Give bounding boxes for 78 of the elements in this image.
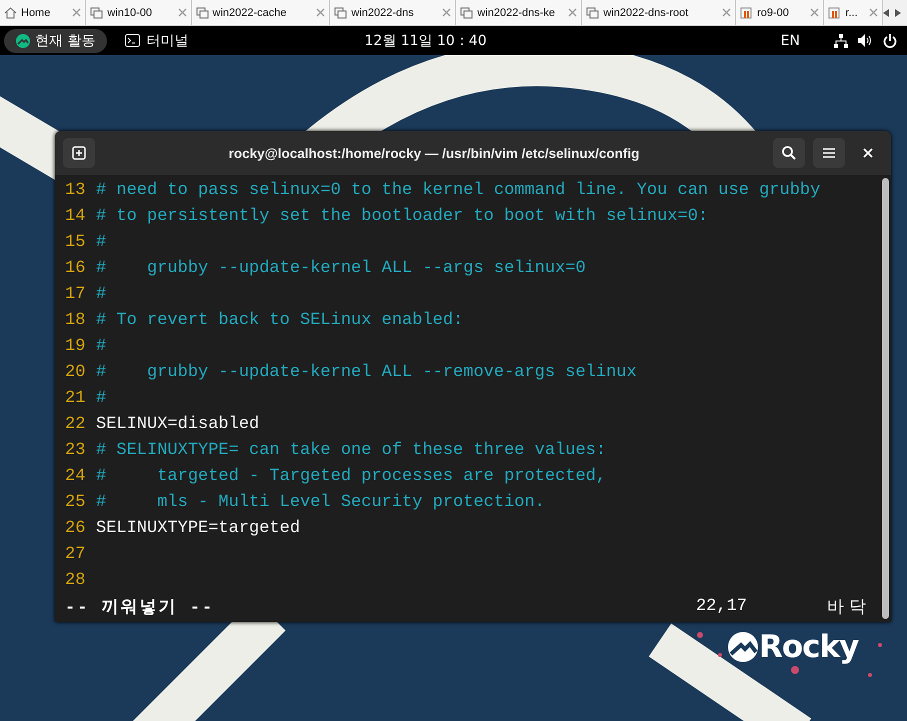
- code-text: SELINUXTYPE=targeted: [96, 518, 300, 538]
- rocky-logo-icon: [728, 632, 758, 662]
- comment-text: #: [96, 336, 106, 356]
- close-icon[interactable]: [72, 8, 82, 17]
- close-icon: [863, 148, 873, 158]
- search-icon: [782, 146, 796, 160]
- windows-icon: [90, 6, 104, 18]
- comment-text: #: [96, 284, 106, 304]
- line-number: 13: [65, 180, 86, 200]
- comment-text: #: [96, 232, 106, 252]
- browser-tab[interactable]: win2022-cache: [192, 0, 330, 25]
- windows-icon: [334, 6, 348, 18]
- line-number: 20: [65, 362, 86, 382]
- browser-tab[interactable]: ro9-00: [736, 0, 824, 25]
- cursor-position: 22,17: [696, 596, 747, 616]
- mode-indicator: -- 끼워넣기 --: [65, 598, 214, 618]
- close-icon[interactable]: [868, 8, 878, 17]
- logo-text: Rocky: [759, 629, 858, 665]
- browser-tab[interactable]: r...: [824, 0, 883, 25]
- browser-tab[interactable]: Home: [0, 0, 86, 25]
- app-menu[interactable]: 터미널: [125, 32, 188, 50]
- scrollbar[interactable]: [882, 178, 888, 619]
- close-icon[interactable]: [810, 8, 820, 17]
- line-number: 23: [65, 440, 86, 460]
- line-number: 26: [65, 518, 86, 538]
- close-icon[interactable]: [178, 8, 186, 17]
- comment-text: # To revert back to SELinux enabled:: [96, 310, 464, 330]
- close-icon[interactable]: [722, 8, 732, 17]
- home-icon: [4, 6, 17, 18]
- line-number: 21: [65, 388, 86, 408]
- line-number: 25: [65, 492, 86, 512]
- line-number: 18: [65, 310, 86, 330]
- windows-icon: [196, 6, 208, 18]
- line-number: 28: [65, 570, 86, 590]
- scroll-right-icon[interactable]: [895, 8, 901, 16]
- comment-text: #: [96, 388, 106, 408]
- rocky-logo-icon: [16, 34, 30, 48]
- power-icon[interactable]: [883, 34, 897, 48]
- new-tab-button[interactable]: [63, 138, 95, 168]
- line-number: 24: [65, 466, 86, 486]
- browser-tab[interactable]: win2022-dns: [330, 0, 456, 25]
- comment-text: # targeted - Targeted processes are protected,: [96, 466, 606, 486]
- windows-icon: [586, 6, 600, 18]
- line-number: 19: [65, 336, 86, 356]
- windows-icon: [460, 6, 474, 18]
- line-number: 22: [65, 414, 86, 434]
- volume-icon[interactable]: [858, 34, 873, 47]
- line-number: 15: [65, 232, 86, 252]
- comment-text: # need to pass selinux=0 to the kernel command line. You can use grubby: [96, 180, 820, 200]
- close-icon[interactable]: [442, 8, 452, 17]
- menu-button[interactable]: [813, 138, 845, 168]
- menu-icon: [823, 148, 835, 158]
- clock[interactable]: 12월 11일 10：40: [364, 32, 487, 50]
- activities-button[interactable]: 현재 활동: [4, 28, 108, 52]
- search-button[interactable]: [773, 138, 805, 168]
- line-number: 14: [65, 206, 86, 226]
- comment-text: # to persistently set the bootloader to boot with selinux=0:: [96, 206, 708, 226]
- new-tab-icon: [72, 146, 86, 160]
- window-title: rocky@localhost:/home/rocky — /usr/bin/vim /etc/selinux/config: [228, 146, 640, 160]
- bars-icon: [828, 6, 842, 18]
- browser-tab[interactable]: win10-00: [86, 0, 192, 25]
- line-number: 16: [65, 258, 86, 278]
- browser-tab[interactable]: win2022-dns-ke: [456, 0, 582, 25]
- comment-text: # grubby --update-kernel ALL --remove-args selinux: [96, 362, 637, 382]
- scroll-position: 바닥: [827, 598, 871, 618]
- close-icon[interactable]: [568, 8, 578, 17]
- comment-text: # grubby --update-kernel ALL --args selinux=0: [96, 258, 586, 278]
- comment-text: # SELINUXTYPE= can take one of these three values:: [96, 440, 606, 460]
- bars-icon: [740, 6, 754, 18]
- browser-tab[interactable]: win2022-dns-root: [582, 0, 736, 25]
- code-text: SELINUX=disabled: [96, 414, 260, 434]
- network-icon[interactable]: [834, 34, 848, 48]
- line-number: 27: [65, 544, 86, 564]
- comment-text: # mls - Multi Level Security protection.: [96, 492, 545, 512]
- input-method[interactable]: EN: [780, 32, 800, 48]
- close-icon[interactable]: [316, 8, 326, 17]
- terminal-icon: [125, 34, 140, 47]
- line-number: 17: [65, 284, 86, 304]
